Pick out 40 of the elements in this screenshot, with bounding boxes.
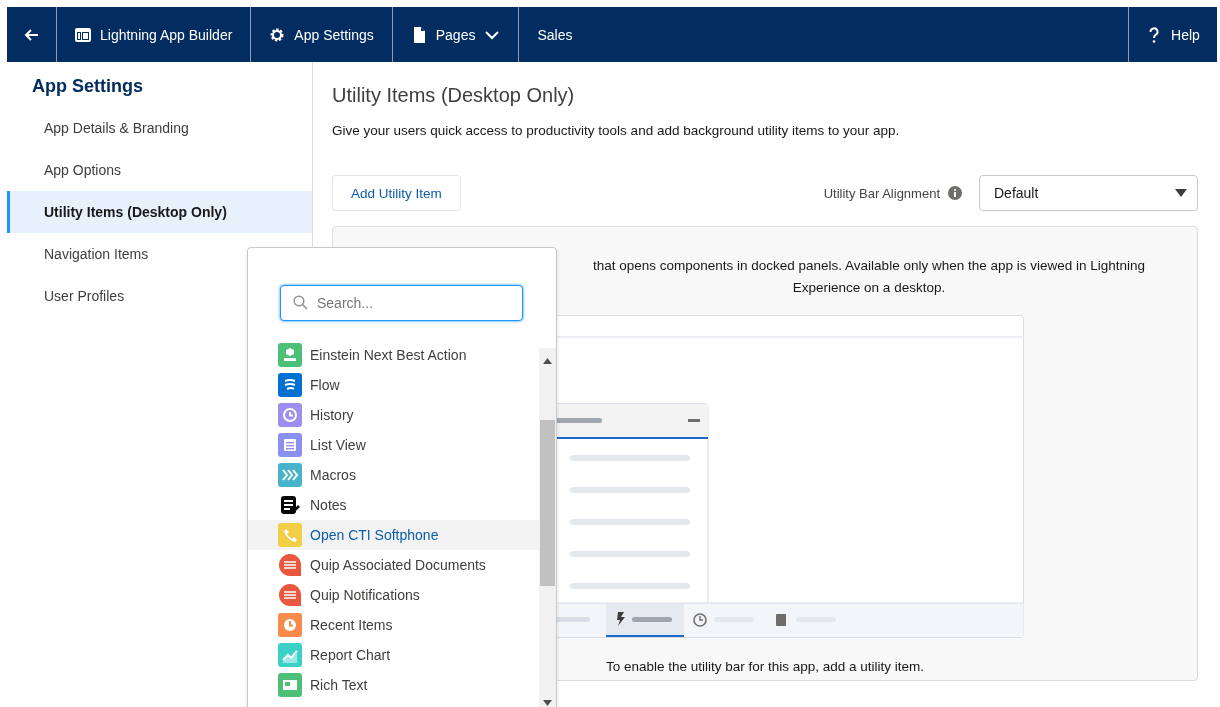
scrollbar-thumb[interactable]: [540, 420, 555, 586]
add-utility-item-button[interactable]: Add Utility Item: [332, 175, 461, 211]
caret-down-icon: [1175, 189, 1187, 197]
sidebar-item[interactable]: App Options: [7, 149, 312, 191]
gear-icon: [269, 26, 286, 43]
component-list-item[interactable]: Open CTI Softphone: [248, 520, 539, 550]
sidebar-item[interactable]: Navigation Items: [7, 233, 312, 275]
nav-tab[interactable]: Sales: [519, 7, 591, 62]
nav-tab[interactable]: Pages: [392, 7, 520, 62]
component-list-item[interactable]: List View: [248, 430, 539, 460]
sidebar-item[interactable]: Utility Items (Desktop Only): [7, 191, 312, 233]
help-button[interactable]: Help: [1128, 7, 1217, 62]
component-list-item[interactable]: Quip Notifications: [248, 580, 539, 610]
page-title: Utility Items (Desktop Only): [332, 84, 576, 107]
back-arrow-icon: [23, 26, 40, 43]
component-list-item[interactable]: Rich Text: [248, 670, 539, 700]
layout-icon: [75, 26, 91, 43]
component-list-item[interactable]: History: [248, 400, 539, 430]
component-list-item[interactable]: Quip Associated Documents: [248, 550, 539, 580]
alignment-dropdown[interactable]: Default: [979, 175, 1198, 211]
page-description: Give your users quick access to productivity tools and add background utility items to your app.: [332, 123, 901, 138]
panel-footer-text: To enable the utility bar for this app, add a utility item.: [604, 659, 926, 674]
sidebar-item[interactable]: App Details & Branding: [7, 107, 312, 149]
component-list-item[interactable]: Flow: [248, 370, 539, 400]
component-list-item[interactable]: Report Chart: [248, 640, 539, 670]
field-label: Utility Bar Alignment: [823, 185, 940, 201]
nav-tab[interactable]: App Settings: [251, 7, 393, 62]
search-icon: [293, 295, 308, 310]
panel-description: that opens components in docked panels. Available only when the app is viewed in Lightning Experience on a desktop.: [591, 257, 1147, 297]
search-field[interactable]: Search...: [280, 285, 523, 321]
component-list-item[interactable]: Recent Items: [248, 610, 539, 640]
component-list-item[interactable]: Einstein Next Best Action: [248, 340, 539, 370]
nav-tab[interactable]: Lightning App Builder: [57, 7, 252, 62]
scroll-down-arrow-icon: [543, 700, 552, 706]
component-list-item[interactable]: Macros: [248, 460, 539, 490]
component-list-item[interactable]: Notes: [248, 490, 539, 520]
scrollbar[interactable]: [539, 348, 556, 707]
info-icon: [948, 186, 962, 200]
sidebar-title: App Settings: [32, 76, 144, 97]
scroll-up-arrow-icon: [543, 358, 552, 364]
